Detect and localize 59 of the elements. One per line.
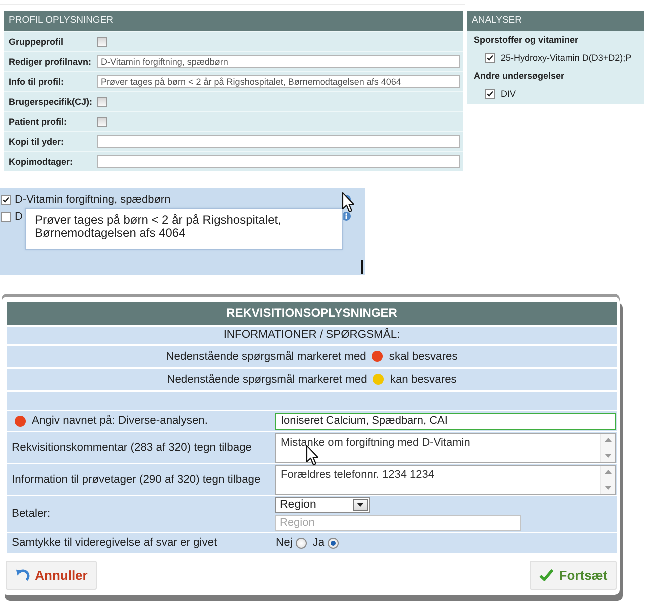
cancel-button[interactable]: Annuller	[6, 561, 97, 590]
undo-icon	[15, 568, 30, 583]
scroll-up-icon[interactable]	[604, 470, 612, 474]
cursor-icon	[306, 445, 319, 466]
group-label: Andre undersøgelser	[473, 70, 566, 83]
tooltip: Prøver tages på børn < 2 år på Rigshospitalet, Børnemodtagelsen afs 4064	[25, 208, 343, 250]
checkbox[interactable]	[97, 36, 107, 46]
analysis-label: 25-Hydroxy-Vitamin D(D3+D2);P	[501, 53, 632, 63]
field-label: Angiv navnet på: Diverse-analysen.	[32, 415, 208, 427]
field-label: Kopi til yder:	[8, 136, 66, 146]
text-field[interactable]	[97, 155, 460, 168]
text-field[interactable]: Prøver tages på børn < 2 år på Rigshospitalet, Børnemodtagelsen afs 4064	[97, 75, 460, 88]
panel-header: PROFIL OPLYSNINGER	[4, 11, 463, 31]
legend-note: skal besvares	[389, 350, 458, 362]
field-label: Info til profil:	[8, 76, 65, 86]
field-label: Kopimodtager:	[8, 156, 74, 166]
scroll-up-icon[interactable]	[604, 438, 612, 442]
caret-icon[interactable]	[357, 503, 364, 507]
cursor-icon	[342, 192, 355, 213]
field-label: Patient profil:	[8, 116, 68, 126]
radio-button[interactable]	[328, 538, 339, 548]
panel-header: ANALYSER	[467, 11, 644, 31]
radio-button[interactable]	[296, 538, 307, 548]
section-heading: INFORMATIONER / SPØRGSMÅL:	[7, 327, 617, 344]
text-field[interactable]: Ioniseret Calcium, Spædbarn, CAI	[275, 412, 616, 430]
text-field[interactable]: D-Vitamin forgiftning, spædbørn	[97, 55, 460, 68]
continue-button[interactable]: Fortsæt	[530, 561, 617, 590]
field-label: Rediger profilnavn:	[8, 56, 93, 66]
text-field[interactable]: Region	[275, 515, 521, 531]
option-label: Ja	[312, 537, 325, 549]
textarea-field[interactable]: Forældres telefonnr. 1234 1234	[275, 464, 616, 494]
legend-text: Nedenstående spørgsmål markeret med	[167, 374, 368, 386]
field-label: Betaler:	[12, 508, 51, 520]
dialog-title: REKVISITIONSOPLYSNINGER	[7, 302, 617, 325]
field-label: Brugerspecifik(CJ):	[8, 96, 94, 106]
check-icon	[539, 568, 554, 583]
legend-note: kan besvares	[390, 374, 457, 386]
field-label: Samtykke til videregivelse af svar er givet	[12, 537, 218, 549]
profile-name: D	[15, 210, 23, 222]
field-label: Gruppeprofil	[8, 36, 64, 46]
field-label: Information til prøvetager (290 af 320) tegn tilbage	[12, 474, 261, 486]
profile-name: D-Vitamin forgiftning, spædbørn	[15, 194, 171, 206]
checkbox[interactable]	[485, 53, 495, 63]
checkbox[interactable]	[1, 212, 11, 222]
analysis-label: DIV	[501, 89, 516, 99]
scroll-down-icon[interactable]	[604, 454, 612, 458]
legend-text: Nedenstående spørgsmål markeret med	[166, 350, 366, 362]
dropdown-field[interactable]: Region	[275, 497, 370, 513]
checkbox[interactable]	[97, 96, 107, 106]
group-label: Sporstoffer og vitaminer	[473, 34, 580, 47]
checkbox[interactable]	[485, 89, 495, 99]
text-field[interactable]	[97, 135, 460, 148]
textarea-field[interactable]: Mistanke om forgiftning med D-Vitamin	[275, 432, 616, 462]
option-label: Nej	[276, 537, 293, 549]
checkbox[interactable]	[97, 116, 107, 126]
field-label: Rekvisitionskommentar (283 af 320) tegn tilbage	[12, 442, 252, 454]
checkbox[interactable]	[1, 194, 11, 204]
scroll-down-icon[interactable]	[604, 486, 612, 490]
text-cursor-icon	[361, 260, 363, 274]
